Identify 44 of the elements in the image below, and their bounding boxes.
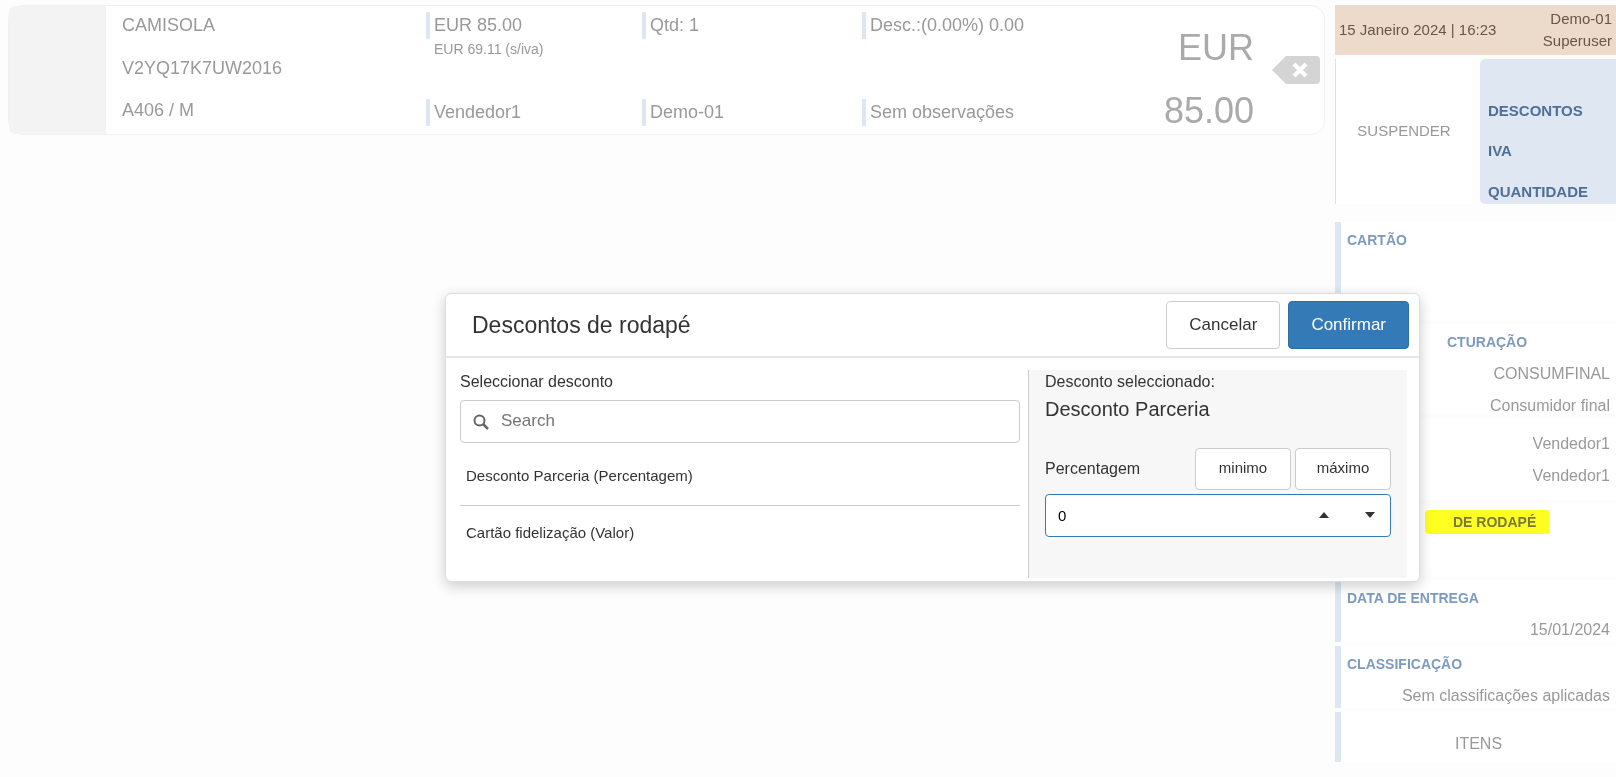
session-datetime: 15 Janeiro 2024 | 16:23 (1339, 19, 1497, 40)
total-amount: 85.00 (1162, 89, 1254, 133)
net-price: EUR 69.11 (s/iva) (433, 40, 545, 59)
discount-option[interactable]: Cartão fidelização (Valor) (460, 504, 1020, 561)
section-value: Sem classificações aplicadas (1400, 686, 1610, 706)
quantity: Qtd: 1 (642, 12, 862, 39)
confirm-button[interactable]: Confirmar (1288, 301, 1409, 349)
section-value: 15/01/2024 (1528, 620, 1610, 640)
product-code: V2YQ17K7UW2016 (122, 56, 284, 80)
total-currency: EUR (1177, 26, 1254, 70)
menu-item[interactable]: IVA (1488, 140, 1608, 163)
section-value: Vendedor1 (1531, 434, 1610, 454)
section-value: ITENS (1453, 734, 1504, 754)
notes: Sem observações (862, 99, 1112, 126)
decrement-icon[interactable] (1365, 511, 1375, 518)
field-label: Percentagem (1045, 458, 1142, 479)
unit-price: EUR 85.00 (426, 12, 642, 39)
cancel-button[interactable]: Cancelar (1166, 301, 1281, 349)
menu-item[interactable]: DESCONTOS (1488, 99, 1608, 123)
line-discount: Desc.:(0.00%) 0.00 (862, 12, 1112, 39)
increment-icon[interactable] (1319, 511, 1329, 518)
section-value: Consumidor final (1488, 396, 1610, 416)
section-title: DATA DE ENTREGA (1347, 590, 1479, 606)
section-title: CARTÃO (1347, 232, 1407, 248)
search-field[interactable]: Search (460, 399, 1020, 443)
seller-name: Vendedor1 (426, 99, 642, 126)
section-title: CTURAÇÃO (1447, 334, 1528, 350)
discount-option[interactable]: Desconto Parceria (Percentagem) (460, 448, 1020, 505)
user-name: Superuser (1542, 31, 1612, 51)
menu-item[interactable]: QUANTIDADE (1488, 180, 1608, 204)
minimum-button[interactable]: minimo (1195, 447, 1291, 490)
section-title: CLASSIFICAÇÃO (1347, 656, 1463, 672)
selected-label: Desconto seleccionado: (1045, 371, 1216, 392)
product-variant: A406 / M (122, 99, 196, 122)
section-title: DE RODAPÉ (1425, 510, 1551, 534)
store-name: Demo-01 (642, 99, 862, 126)
store-name: Demo-01 (1549, 8, 1612, 29)
section-value: CONSUMFINAL (1492, 364, 1610, 384)
list-label: Seleccionar desconto (460, 371, 614, 392)
product-name: CAMISOLA (122, 14, 217, 37)
number-field[interactable]: 0 (1045, 493, 1391, 537)
maximum-button[interactable]: máximo (1295, 447, 1391, 490)
dialog-title: Descontos de rodapé (472, 310, 691, 340)
selected-discount-name: Desconto Parceria (1045, 396, 1211, 422)
